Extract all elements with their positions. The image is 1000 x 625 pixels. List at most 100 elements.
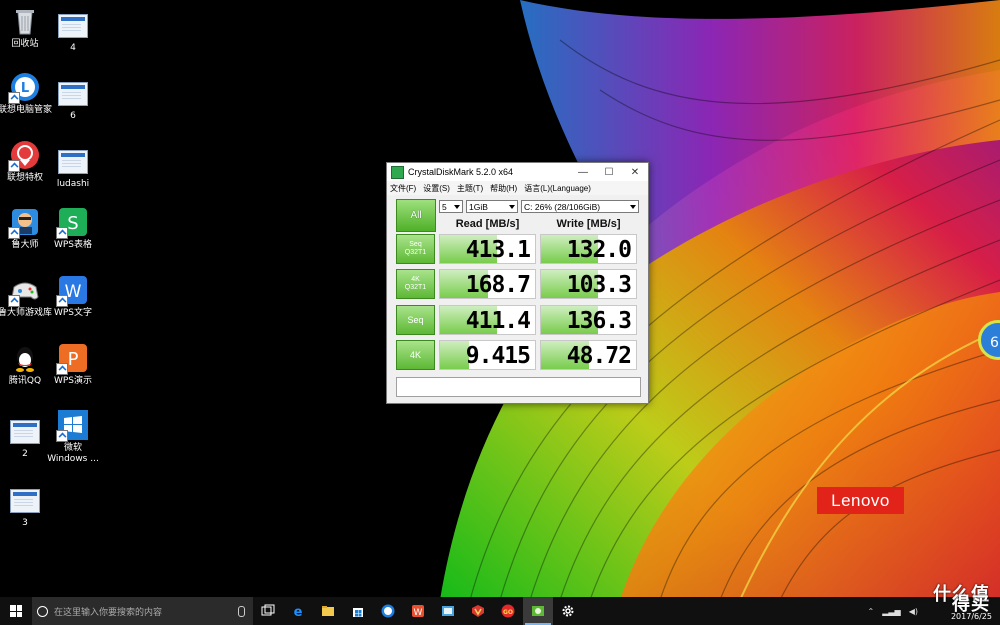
task-view-button[interactable] [253, 597, 283, 625]
svg-text:P: P [68, 349, 79, 370]
menu-help[interactable]: 帮助(H) [490, 183, 517, 194]
svg-text:e: e [294, 605, 303, 618]
desktop-icon-windows[interactable]: 微软 Windows ... [42, 410, 104, 465]
network-icon[interactable]: ▂▃▅ [882, 607, 900, 616]
shortcut-arrow-icon [56, 363, 68, 375]
lenovo-logo: Lenovo [817, 487, 904, 514]
crystaldiskmark-icon [391, 165, 404, 179]
document-icon [58, 14, 88, 38]
shortcut-arrow-icon [8, 92, 20, 104]
taskbar-photos[interactable] [433, 597, 463, 625]
file-explorer-icon [322, 606, 334, 616]
microphone-icon[interactable] [238, 605, 245, 617]
shortcut-arrow-icon [8, 227, 20, 239]
desktop-icon-wps-presentation[interactable]: P WPS演示 [42, 343, 104, 387]
wps-writer-icon: W [56, 275, 88, 307]
desktop-icon-wps-writer[interactable]: W WPS文字 [42, 275, 104, 319]
crystaldiskmark-icon [532, 606, 544, 616]
taskbar-file-explorer[interactable] [313, 597, 343, 625]
task-view-icon [261, 604, 275, 616]
4k-q32t1-button[interactable]: 4K Q32T1 [396, 269, 435, 299]
close-button[interactable]: ✕ [622, 167, 648, 178]
lenovo-manager-icon [381, 604, 395, 618]
start-button[interactable] [0, 597, 32, 625]
document-icon [58, 82, 88, 106]
desktop-icon-file-4[interactable]: 4 [42, 10, 104, 54]
shortcut-arrow-icon [56, 295, 68, 307]
drive-select[interactable]: C: 26% (28/106GiB) [521, 200, 639, 213]
chevron-down-icon [454, 205, 460, 209]
shortcut-arrow-icon [8, 160, 20, 172]
4k-button[interactable]: 4K [396, 340, 435, 370]
desktop-icon-file-6[interactable]: 6 [42, 78, 104, 122]
read-header: Read [MB/s] [455, 218, 520, 230]
test-size-select[interactable]: 1GiB [466, 200, 518, 213]
taskbar-lenovo-manager[interactable] [373, 597, 403, 625]
result-bar [440, 341, 469, 369]
seq-q32t1-button[interactable]: Seq Q32T1 [396, 234, 435, 264]
test-count-select[interactable]: 5 [439, 200, 463, 213]
document-icon [58, 150, 88, 174]
taskbar-edge[interactable]: e [283, 597, 313, 625]
watermark-text: 什么值得买 [933, 584, 990, 615]
seq-button[interactable]: Seq [396, 305, 435, 335]
taskbar-store[interactable] [343, 597, 373, 625]
svg-text:W: W [414, 608, 423, 618]
4k-read-cell: 9.415 [439, 340, 536, 370]
4k-q32t1-write-cell: 103.3 [540, 269, 637, 299]
svg-text:GO: GO [503, 609, 513, 616]
minimize-button[interactable]: — [570, 167, 596, 178]
desktop-icon-ludashi-file[interactable]: ludashi [42, 146, 104, 190]
4k-write-value: 48.72 [566, 343, 632, 369]
windows-logo-icon [10, 605, 22, 617]
lenovo-privilege-icon [8, 140, 40, 172]
desktop-icon-wps-spreadsheet[interactable]: S WPS表格 [42, 207, 104, 251]
qq-icon [10, 343, 40, 373]
shortcut-arrow-icon [56, 227, 68, 239]
taskbar-settings[interactable] [553, 597, 583, 625]
seq-q32t1-read-value: 413.1 [465, 237, 531, 263]
window-title: CrystalDiskMark 5.2.0 x64 [408, 167, 514, 177]
comment-input[interactable] [396, 377, 641, 397]
4k-read-value: 9.415 [465, 343, 531, 369]
taskbar-crystaldiskmark[interactable] [523, 597, 553, 625]
seq-q32t1-write-value: 132.0 [566, 237, 632, 263]
ludashi-game-icon [8, 275, 40, 307]
svg-text:S: S [67, 213, 78, 234]
svg-text:L: L [21, 81, 29, 96]
taskbar-game[interactable]: GO [493, 597, 523, 625]
shortcut-arrow-icon [56, 430, 68, 442]
all-button[interactable]: All [396, 199, 436, 232]
document-icon [10, 489, 40, 513]
ludashi-icon [472, 605, 484, 617]
seq-q32t1-write-cell: 132.0 [540, 234, 637, 264]
chevron-up-icon[interactable]: ⌃ [868, 607, 875, 616]
seq-write-value: 136.3 [566, 308, 632, 334]
taskbar-ludashi[interactable] [463, 597, 493, 625]
ludashi-icon [8, 207, 40, 239]
title-bar[interactable]: CrystalDiskMark 5.2.0 x64 — ☐ ✕ [387, 163, 648, 181]
menu-file[interactable]: 文件(F) [390, 183, 416, 194]
menu-theme[interactable]: 主题(T) [457, 183, 483, 194]
desktop-icon-file-3[interactable]: 3 [0, 485, 56, 529]
4k-q32t1-write-value: 103.3 [566, 272, 632, 298]
clock[interactable]: 什么值得买 2017/6/25 [922, 586, 1000, 625]
4k-write-cell: 48.72 [540, 340, 637, 370]
search-box[interactable]: 在这里输入你要搜索的内容 [32, 597, 253, 625]
menu-language[interactable]: 语言(L)(Language) [524, 183, 591, 194]
seq-write-cell: 136.3 [540, 305, 637, 335]
search-placeholder: 在这里输入你要搜索的内容 [54, 607, 163, 618]
lenovo-pc-manager-icon: L [8, 72, 40, 104]
system-tray: ⌃ ▂▃▅ ◀) 什么值得买 2017/6/25 [864, 586, 1000, 625]
maximize-button[interactable]: ☐ [596, 167, 622, 178]
chevron-down-icon [630, 205, 636, 209]
taskbar-wps[interactable]: W [403, 597, 433, 625]
volume-icon[interactable]: ◀) [909, 607, 918, 616]
document-icon [10, 420, 40, 444]
4k-q32t1-read-cell: 168.7 [439, 269, 536, 299]
wps-presentation-icon: P [56, 343, 88, 375]
recycle-bin-icon [10, 6, 40, 36]
wps-icon: W [412, 605, 424, 618]
taskbar: 在这里输入你要搜索的内容 e W GO ⌃ ▂▃▅ ◀) 什么值得买 2017/… [0, 586, 1000, 625]
menu-settings[interactable]: 设置(S) [423, 183, 450, 194]
